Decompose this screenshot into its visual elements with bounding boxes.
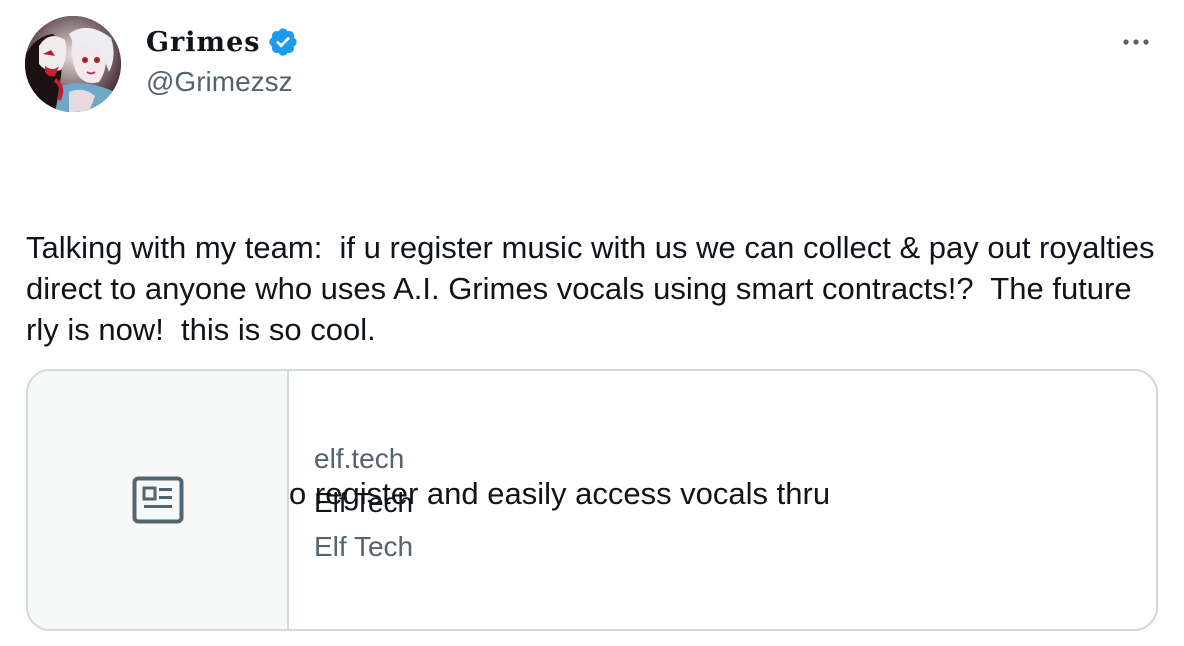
newspaper-icon [132,476,183,524]
avatar-image [25,16,121,112]
link-preview-card[interactable]: elf.tech Elf Tech Elf Tech [26,369,1158,631]
verified-badge-icon [268,28,297,56]
author-handle[interactable]: @Grimezsz [146,66,293,98]
avatar[interactable] [25,16,121,112]
link-card-body: elf.tech Elf Tech Elf Tech [289,371,413,629]
author-display-name[interactable]: Grimes [146,27,261,58]
link-card-domain: elf.tech [314,443,405,474]
link-card-description: Elf Tech [314,531,414,562]
link-card-title: Elf Tech [314,487,414,518]
link-card-thumbnail [28,371,289,629]
more-options-icon[interactable] [1118,30,1154,54]
author-name-row[interactable]: Grimes [146,26,299,58]
tweet-paragraph: Talking with my team: if u register musi… [26,230,1164,347]
